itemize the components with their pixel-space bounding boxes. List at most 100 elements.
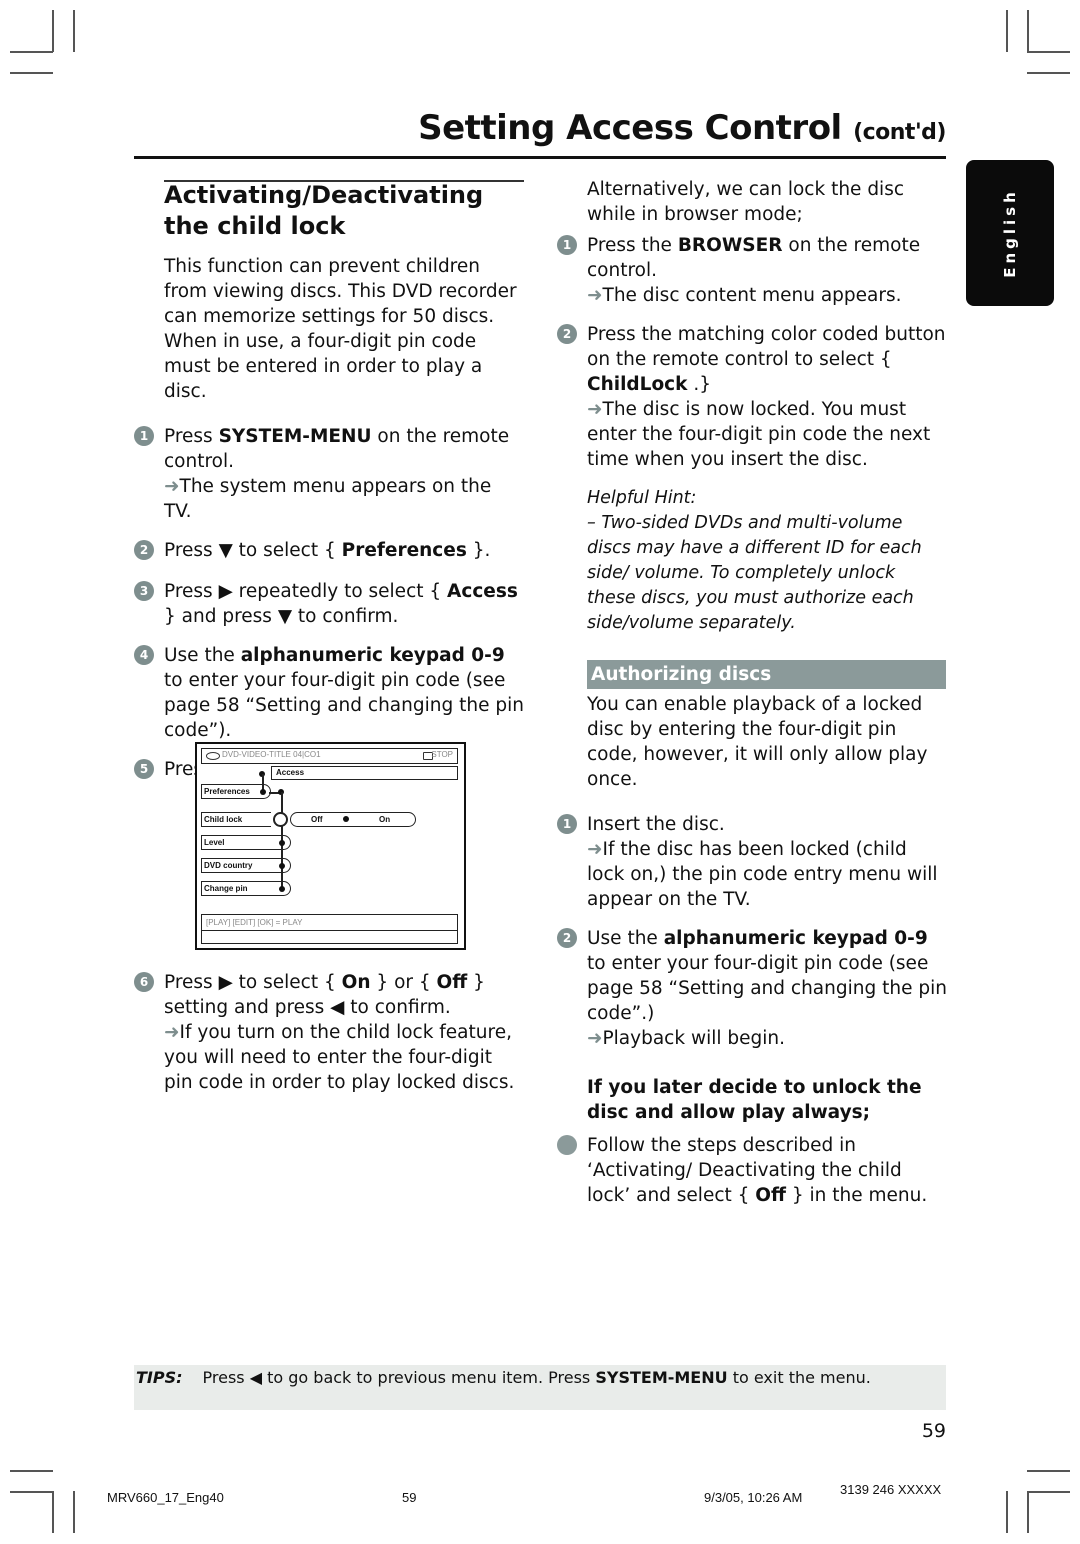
section-heading: Activating/Deactivating the child lock (164, 181, 484, 240)
node-dot (260, 789, 266, 795)
crop-mark (1006, 10, 1008, 52)
screen-item-dvd-country: DVD country (201, 858, 281, 873)
unlock-heading: If you later decide to unlock the disc a… (587, 1077, 922, 1123)
page-title-suffix: (cont'd) (853, 120, 946, 145)
page-title: Setting Access Control (cont'd) (418, 108, 946, 148)
step-text: }. (466, 540, 491, 561)
crop-mark (1027, 51, 1070, 53)
crop-mark (73, 1491, 75, 1533)
step-key: SYSTEM-MENU (218, 426, 372, 447)
crop-mark (10, 72, 53, 74)
step-number: 2 (557, 324, 577, 344)
step-text: Press (164, 426, 219, 447)
crop-mark (73, 10, 75, 52)
step-number: 1 (557, 235, 577, 255)
option-off: Off (311, 815, 323, 824)
arrow-icon: ➜ (587, 839, 603, 860)
screen-access: Access (271, 766, 458, 780)
tips-text: to exit the menu. (727, 1368, 871, 1387)
screen-status: STOP (431, 750, 453, 759)
step-text: Use the (164, 645, 241, 666)
crop-mark (1027, 72, 1070, 74)
option-on: On (379, 815, 391, 824)
step-result: If you turn on the child lock feature, y… (164, 1022, 515, 1093)
step-result: The disc content menu appears. (602, 285, 902, 306)
node-dot (279, 840, 285, 846)
disc-icon (206, 752, 220, 760)
authorizing-intro: You can enable playback of a locked disc… (587, 694, 928, 790)
footer-page: 59 (402, 1490, 417, 1505)
left-column: Activating/Deactivating the child lock T… (134, 180, 524, 782)
screen-footer: [PLAY] [EDIT] [OK] = PLAY (201, 914, 458, 944)
step-4: 4 Use the alphanumeric keypad 0-9 to ent… (134, 643, 524, 743)
arrow-icon: ➜ (164, 1022, 180, 1043)
arrow-icon: ➜ (587, 285, 603, 306)
step-text: to enter your four-digit pin code (see p… (587, 953, 947, 1024)
browser-step-2: 2 Press the matching color coded button … (557, 322, 947, 472)
crop-mark (1027, 1470, 1070, 1472)
step-number: 6 (134, 972, 154, 992)
tips-box: TIPS: Press ◀ to go back to previous menu… (134, 1365, 946, 1410)
step-number: 4 (134, 645, 154, 665)
page-title-text: Setting Access Control (418, 108, 842, 148)
footer-code: 3139 246 XXXXX (840, 1482, 942, 1497)
screen-title: DVD-VIDEO-TITLE 04|CO1 (222, 750, 321, 759)
step-text: Press ▶ repeatedly to select { (164, 581, 448, 602)
crop-mark (10, 51, 53, 53)
step-text: } or { (370, 972, 437, 993)
arrow-icon: ➜ (587, 399, 603, 420)
step-6: 6 Press ▶ to select { On } or { Off } se… (134, 970, 524, 1095)
screen-footer-text: [PLAY] [EDIT] [OK] = PLAY (206, 918, 303, 927)
crop-mark (10, 1491, 53, 1493)
helpful-hint: Helpful Hint: – Two-sided DVDs and multi… (587, 486, 947, 636)
node-dot (279, 863, 285, 869)
right-column: Alternatively, we can lock the disc whil… (557, 177, 947, 636)
intro-paragraph: This function can prevent children from … (164, 256, 517, 402)
step-number: 2 (134, 540, 154, 560)
step-number: 1 (557, 814, 577, 834)
node-dot (279, 886, 285, 892)
step-key: On (341, 972, 371, 993)
title-rule (134, 156, 946, 159)
step-text: to enter your four-digit pin code (see p… (164, 670, 524, 741)
crop-mark (1027, 1491, 1070, 1493)
arrow-icon: ➜ (587, 1028, 603, 1049)
tips-label: TIPS: (136, 1368, 183, 1387)
step-number: 5 (134, 759, 154, 779)
step-key: Preferences (341, 540, 467, 561)
screen-item-level: Level (201, 835, 281, 850)
step-result: The disc is now locked. You must enter t… (587, 399, 931, 470)
auth-step-1: 1 Insert the disc. ➜If the disc has been… (557, 812, 947, 912)
step-key: ChildLock (587, 374, 688, 395)
step-1: 1 Press SYSTEM-MENU on the remote contro… (134, 424, 524, 524)
step-number: 1 (134, 426, 154, 446)
step-result: The system menu appears on the TV. (164, 476, 492, 522)
step-text: Press ▶ to select { (164, 972, 342, 993)
step-2: 2 Press ▼ to select { Preferences }. (134, 538, 524, 563)
right-column-lower: You can enable playback of a locked disc… (557, 692, 947, 1208)
step-text: Press the (587, 235, 678, 256)
browser-intro: Alternatively, we can lock the disc whil… (587, 179, 905, 225)
divider (202, 930, 457, 931)
hint-text: – Two-sided DVDs and multi-volume discs … (587, 513, 922, 633)
step-text: Insert the disc. (587, 814, 725, 835)
crop-mark (1006, 1491, 1008, 1533)
tips-text: Press ◀ to go back to previous menu item… (202, 1368, 596, 1387)
crop-mark (52, 1491, 54, 1533)
step-number: 3 (134, 581, 154, 601)
crop-mark (10, 1470, 53, 1472)
step-3: 3 Press ▶ repeatedly to select { Access … (134, 579, 524, 629)
step-result: If the disc has been locked (child lock … (587, 839, 938, 910)
step-text: } and press ▼ to confirm. (164, 606, 399, 627)
screen-preferences: Preferences (201, 784, 261, 799)
arrow-icon: ➜ (164, 476, 180, 497)
menu-screen-illustration: DVD-VIDEO-TITLE 04|CO1 STOP Access Prefe… (195, 742, 466, 950)
step-text: Press the matching color coded button on… (587, 324, 946, 370)
language-tab-label: English (1001, 188, 1019, 278)
step-key: Off (436, 972, 468, 993)
crop-mark (1027, 10, 1029, 52)
node-dot (343, 816, 349, 822)
bullet-item: Follow the steps described in ‘Activatin… (557, 1133, 947, 1208)
section-bar-authorizing: Authorizing discs (587, 660, 946, 689)
step-key: alphanumeric keypad 0-9 (663, 928, 928, 949)
